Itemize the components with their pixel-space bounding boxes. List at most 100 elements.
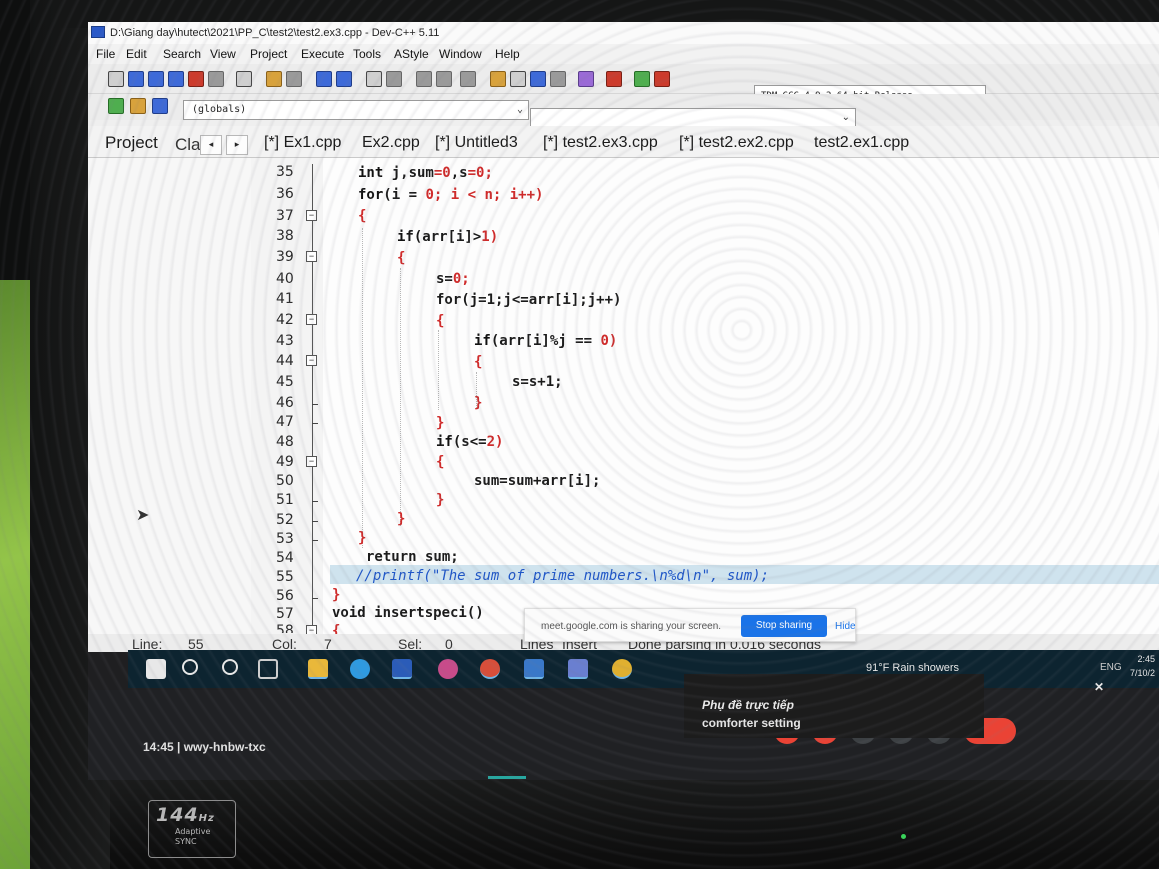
menu-window[interactable]: Window xyxy=(439,47,482,61)
word-icon[interactable] xyxy=(392,659,412,679)
line-number: 52 xyxy=(276,512,294,528)
fold-guide-line xyxy=(312,164,313,630)
file-tab-test2-ex1[interactable]: test2.ex1.cpp xyxy=(814,134,909,152)
caption-text: comforter setting xyxy=(702,716,801,730)
code-token: ,s xyxy=(450,165,468,181)
compile-run-icon[interactable] xyxy=(530,71,546,87)
scope-select[interactable]: (globals) ⌄ xyxy=(183,100,529,120)
search-icon[interactable] xyxy=(182,659,198,675)
unindent-icon[interactable] xyxy=(436,71,452,87)
file-tab-ex2[interactable]: Ex2.cpp xyxy=(362,134,420,152)
power-led xyxy=(901,834,906,839)
weather-widget[interactable]: 91°F Rain showers xyxy=(866,662,959,674)
fold-collapse-icon[interactable]: − xyxy=(306,355,317,366)
bookmark-icon[interactable] xyxy=(386,71,402,87)
code-line: { xyxy=(474,354,483,370)
chrome-app-icon[interactable] xyxy=(480,659,500,679)
menu-edit[interactable]: Edit xyxy=(126,47,147,61)
code-line: return sum; xyxy=(366,549,459,565)
fold-collapse-icon[interactable]: − xyxy=(306,251,317,262)
insert-icon[interactable] xyxy=(130,98,146,114)
menu-search[interactable]: Search xyxy=(163,47,201,61)
stop-icon[interactable] xyxy=(606,71,622,87)
line-number: 42 xyxy=(276,312,294,328)
menu-astyle[interactable]: AStyle xyxy=(394,47,429,61)
file-tab-ex1[interactable]: [*] Ex1.cpp xyxy=(264,134,341,152)
fold-end-mark xyxy=(312,423,318,424)
meeting-time-code: 14:45 | wwy-hnbw-txc xyxy=(143,740,266,754)
code-token: if xyxy=(474,333,491,349)
goto-icon[interactable] xyxy=(366,71,382,87)
close-all-icon[interactable] xyxy=(208,71,224,87)
compile-icon[interactable] xyxy=(490,71,506,87)
chrome-icon[interactable] xyxy=(612,659,632,679)
tab-classes[interactable]: Cla xyxy=(175,135,201,155)
chevron-down-icon[interactable]: ⌄ xyxy=(517,104,523,115)
replace-icon[interactable] xyxy=(336,71,352,87)
stop-sharing-button[interactable]: Stop sharing xyxy=(741,615,827,637)
menu-help[interactable]: Help xyxy=(495,47,520,61)
hide-share-bar-link[interactable]: Hide xyxy=(835,621,856,632)
language-indicator[interactable]: ENG xyxy=(1100,662,1122,673)
rebuild-icon[interactable] xyxy=(550,71,566,87)
redo-icon[interactable] xyxy=(286,71,302,87)
fold-collapse-icon[interactable]: − xyxy=(306,314,317,325)
save-all-icon[interactable] xyxy=(168,71,184,87)
task-view-icon[interactable] xyxy=(258,659,278,679)
scope-value: (globals) xyxy=(192,104,247,115)
menu-execute[interactable]: Execute xyxy=(301,47,344,61)
menu-project[interactable]: Project xyxy=(250,47,287,61)
fold-collapse-icon[interactable]: − xyxy=(306,456,317,467)
code-token: ; xyxy=(484,165,493,181)
file-tab-test2-ex2[interactable]: [*] test2.ex2.cpp xyxy=(679,134,794,152)
edge-icon[interactable] xyxy=(350,659,370,679)
code-token: (i = xyxy=(383,187,426,203)
tab-project[interactable]: Project xyxy=(105,133,158,153)
live-caption-box: ✕ Phụ đề trực tiếp comforter setting xyxy=(684,674,1104,738)
line-number: 56 xyxy=(276,588,294,604)
menu-tools[interactable]: Tools xyxy=(353,47,381,61)
code-line: if(s<=2) xyxy=(436,434,503,450)
photos-icon[interactable] xyxy=(524,659,544,679)
save-icon[interactable] xyxy=(148,71,164,87)
tab-scroll-right-icon[interactable]: ▸ xyxy=(226,135,248,155)
tab-scroll-left-icon[interactable]: ◂ xyxy=(200,135,222,155)
open-file-icon[interactable] xyxy=(128,71,144,87)
run-icon[interactable] xyxy=(510,71,526,87)
member-select[interactable]: ⌄ xyxy=(530,108,856,128)
app-icon[interactable] xyxy=(438,659,458,679)
find-icon[interactable] xyxy=(316,71,332,87)
project-panel[interactable]: ➤ xyxy=(88,158,251,636)
debug-icon[interactable] xyxy=(654,71,670,87)
code-token: 0 xyxy=(600,333,609,349)
toggle-comment-icon[interactable] xyxy=(460,71,476,87)
start-windows-icon[interactable] xyxy=(146,659,166,679)
code-line: s=0; xyxy=(436,271,470,287)
new-file-icon[interactable] xyxy=(108,71,124,87)
file-tab-test2-ex3[interactable]: [*] test2.ex3.cpp xyxy=(543,134,658,152)
code-token: 2 xyxy=(486,434,496,450)
system-clock[interactable]: 2:45 7/10/2 xyxy=(1130,652,1155,680)
chart-icon[interactable] xyxy=(634,71,650,87)
code-token: for xyxy=(358,187,384,203)
code-token: 1 xyxy=(481,229,490,245)
code-token: j,sum xyxy=(391,165,434,181)
toggle-icon[interactable] xyxy=(152,98,168,114)
line-number: 50 xyxy=(276,473,294,489)
fold-collapse-icon[interactable]: − xyxy=(306,210,317,221)
close-file-icon[interactable] xyxy=(188,71,204,87)
line-number: 54 xyxy=(276,550,294,566)
file-explorer-icon[interactable] xyxy=(308,659,328,679)
cortana-icon[interactable] xyxy=(222,659,238,675)
new-project-icon[interactable] xyxy=(108,98,124,114)
undo-icon[interactable] xyxy=(266,71,282,87)
chevron-down-icon[interactable]: ⌄ xyxy=(842,112,850,123)
devcpp-taskbar-icon[interactable] xyxy=(568,659,588,679)
indent-icon[interactable] xyxy=(416,71,432,87)
close-icon[interactable]: ✕ xyxy=(1094,680,1104,694)
menu-file[interactable]: File xyxy=(96,47,115,61)
syntax-check-icon[interactable] xyxy=(578,71,594,87)
menu-view[interactable]: View xyxy=(210,47,236,61)
print-icon[interactable] xyxy=(236,71,252,87)
file-tab-untitled3[interactable]: [*] Untitled3 xyxy=(435,134,518,152)
